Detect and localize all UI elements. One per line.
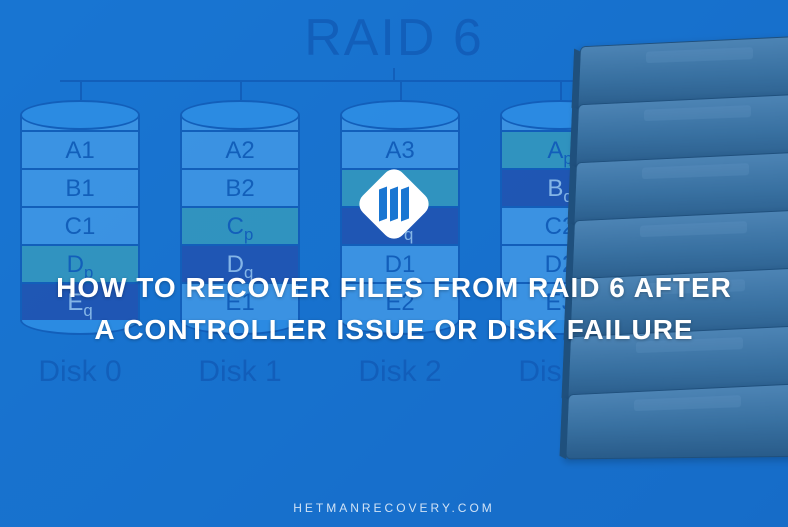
hetman-logo-icon: [354, 164, 433, 243]
text-overlay: HOW TO RECOVER FILES FROM RAID 6 AFTER A…: [0, 0, 788, 527]
article-title: HOW TO RECOVER FILES FROM RAID 6 AFTER A…: [16, 267, 772, 351]
website-footer: HETMANRECOVERY.COM: [293, 501, 495, 515]
main-container: RAID 6 A1B1C1DpEqDisk 0A2B2CpDqE1Disk 1A…: [0, 0, 788, 527]
